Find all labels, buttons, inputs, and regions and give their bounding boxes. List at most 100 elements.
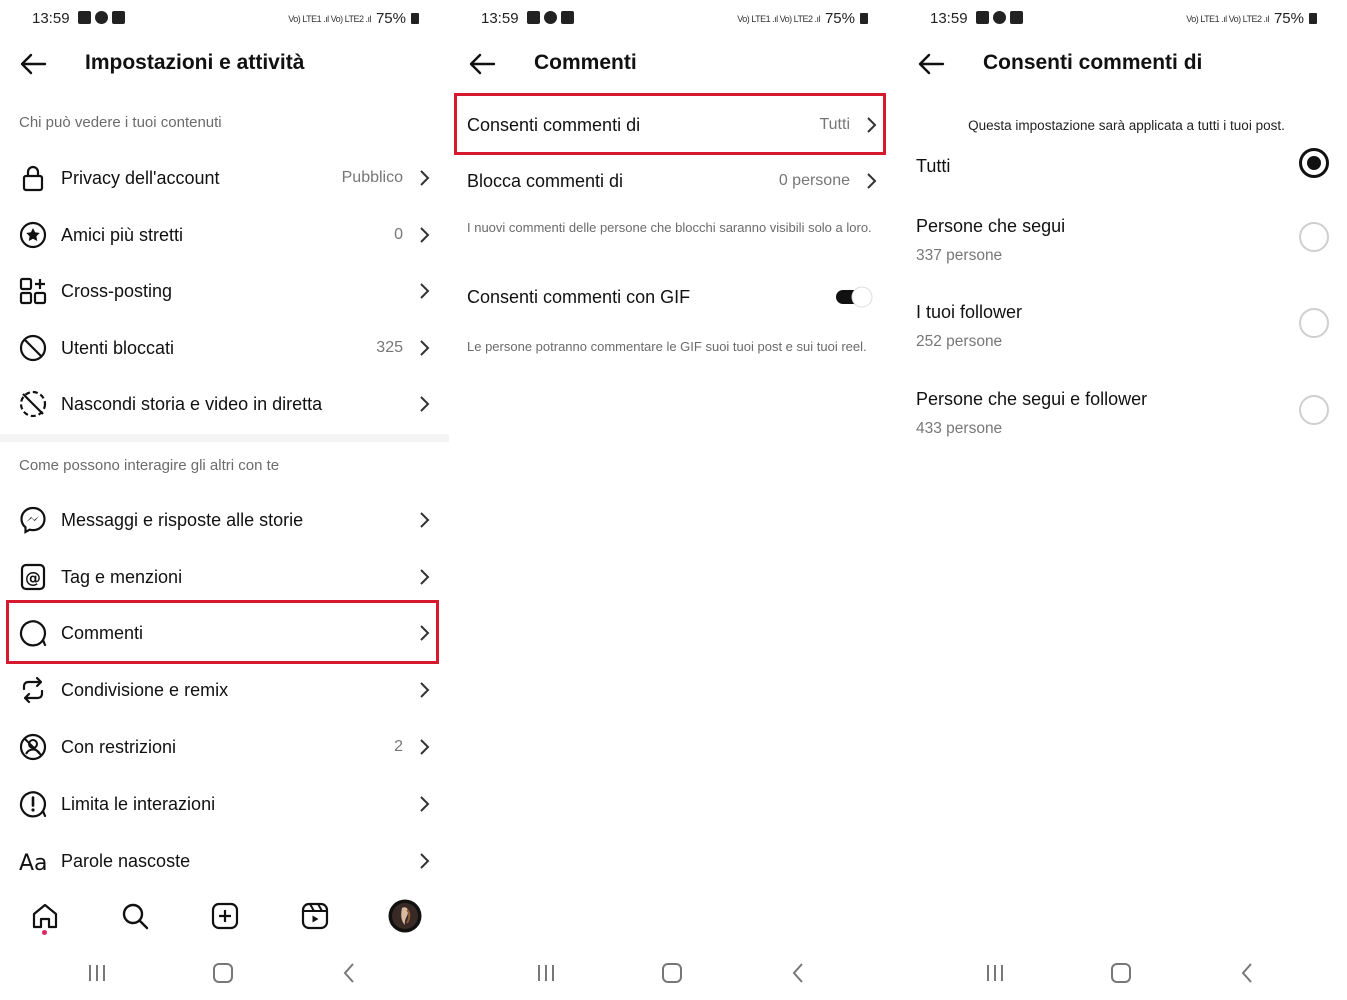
radio-unselected[interactable] xyxy=(1299,395,1329,425)
home-button-icon[interactable] xyxy=(1108,961,1134,985)
row-value: 0 xyxy=(394,226,403,243)
row-value: 0 persone xyxy=(778,172,850,189)
row-sharing-remix[interactable]: Condivisione e remix xyxy=(10,663,435,717)
at-icon: @ xyxy=(18,562,48,592)
system-nav-bar xyxy=(0,955,449,991)
add-post-icon xyxy=(211,902,239,930)
profile-tab[interactable] xyxy=(388,899,422,933)
option-count: 433 persone xyxy=(916,420,1003,437)
system-back-icon[interactable] xyxy=(785,961,811,985)
row-blocked-users[interactable]: Utenti bloccati 325 xyxy=(10,321,435,375)
create-tab[interactable] xyxy=(208,899,242,933)
back-arrow-icon[interactable] xyxy=(916,50,946,78)
home-button-icon[interactable] xyxy=(659,961,685,985)
chevron-right-icon xyxy=(420,170,430,186)
section-title-visibility: Chi può vedere i tuoi contenuti xyxy=(19,114,222,131)
network-indicator: Vo) LTE1 .ıl Vo) LTE2 .ıl xyxy=(737,13,820,24)
option-your-followers[interactable]: I tuoi follower 252 persone xyxy=(916,302,1329,362)
row-block-comments-from[interactable]: Blocca commenti di 0 persone xyxy=(467,156,878,206)
home-button-icon[interactable] xyxy=(210,961,236,985)
row-label: Tag e menzioni xyxy=(61,566,183,587)
row-hide-story[interactable]: Nascondi storia e video in diretta xyxy=(10,377,435,431)
gif-comments-toggle[interactable] xyxy=(835,286,873,308)
battery-percent: 75% xyxy=(824,10,855,27)
option-count: 252 persone xyxy=(916,333,1003,350)
back-arrow-icon[interactable] xyxy=(18,50,48,78)
row-tags-mentions[interactable]: @ Tag e menzioni xyxy=(10,550,435,604)
system-nav-bar xyxy=(898,955,1347,991)
chevron-right-icon xyxy=(420,796,430,812)
row-account-privacy[interactable]: Privacy dell'account Pubblico xyxy=(10,151,435,205)
option-label: Persone che segui e follower xyxy=(916,389,1148,409)
option-people-you-follow[interactable]: Persone che segui 337 persone xyxy=(916,216,1329,276)
status-bar: 13:59 Vo) LTE1 .ıl Vo) LTE2 .ıl 75% xyxy=(0,0,449,38)
chevron-right-icon xyxy=(420,283,430,299)
grid-plus-icon xyxy=(18,276,48,306)
chevron-right-icon xyxy=(420,512,430,528)
option-follow-and-followers[interactable]: Persone che segui e follower 433 persone xyxy=(916,389,1329,449)
page-title: Consenti commenti di xyxy=(983,51,1203,74)
system-back-icon[interactable] xyxy=(1234,961,1260,985)
notification-icons xyxy=(527,11,574,24)
option-label: I tuoi follower xyxy=(916,302,1023,322)
comments-highlight-box xyxy=(6,600,439,664)
row-label: Cross-posting xyxy=(61,280,173,301)
home-tab[interactable] xyxy=(28,899,62,933)
option-label: Persone che segui xyxy=(916,216,1066,236)
row-close-friends[interactable]: Amici più stretti 0 xyxy=(10,208,435,262)
page-title: Commenti xyxy=(534,51,637,74)
option-everyone[interactable]: Tutti xyxy=(916,148,1329,196)
battery-icon xyxy=(411,13,419,24)
row-label: Condivisione e remix xyxy=(61,679,229,700)
search-icon xyxy=(122,903,149,930)
header: Impostazioni e attività xyxy=(0,42,449,86)
row-value: 2 xyxy=(394,738,403,755)
allow-comments-from-screen: 13:59 Vo) LTE1 .ıl Vo) LTE2 .ıl 75% Cons… xyxy=(898,0,1347,1000)
row-value: Pubblico xyxy=(341,169,403,186)
recent-apps-icon[interactable] xyxy=(982,961,1008,985)
row-gif-comments: Consenti commenti con GIF xyxy=(467,272,878,322)
row-cross-posting[interactable]: Cross-posting xyxy=(10,264,435,318)
chevron-right-icon xyxy=(420,739,430,755)
back-arrow-icon[interactable] xyxy=(467,50,497,78)
battery-icon xyxy=(860,13,868,24)
row-limit-interactions[interactable]: Limita le interazioni xyxy=(10,777,435,831)
battery-percent: 75% xyxy=(1273,10,1304,27)
section-divider xyxy=(0,434,449,442)
row-hidden-words[interactable]: Aa Parole nascoste xyxy=(10,834,435,888)
recent-apps-icon[interactable] xyxy=(84,961,110,985)
gif-note: Le persone potranno commentare le GIF su… xyxy=(467,339,867,354)
setting-description: Questa impostazione sarà applicata a tut… xyxy=(968,118,1285,133)
chevron-right-icon xyxy=(867,173,877,189)
radio-unselected[interactable] xyxy=(1299,222,1329,252)
reels-icon xyxy=(301,902,329,930)
reels-tab[interactable] xyxy=(298,899,332,933)
radio-unselected[interactable] xyxy=(1299,308,1329,338)
header: Commenti xyxy=(449,42,898,86)
chevron-right-icon xyxy=(420,396,430,412)
comments-settings-screen: 13:59 Vo) LTE1 .ıl Vo) LTE2 .ıl 75% Comm… xyxy=(449,0,898,1000)
row-messages-replies[interactable]: Messaggi e risposte alle storie xyxy=(10,493,435,547)
row-value: 325 xyxy=(376,339,403,356)
status-bar: 13:59 Vo) LTE1 .ıl Vo) LTE2 .ıl 75% xyxy=(449,0,898,38)
row-label: Blocca commenti di xyxy=(467,170,624,191)
system-back-icon[interactable] xyxy=(336,961,362,985)
header: Consenti commenti di xyxy=(898,42,1347,86)
star-circle-icon xyxy=(18,220,48,250)
chevron-right-icon xyxy=(420,569,430,585)
svg-text:Aa: Aa xyxy=(19,851,48,875)
section-title-interactions: Come possono interagire gli altri con te xyxy=(19,457,280,474)
chevron-right-icon xyxy=(420,227,430,243)
row-restricted[interactable]: Con restrizioni 2 xyxy=(10,720,435,774)
settings-activity-screen: 13:59 Vo) LTE1 .ıl Vo) LTE2 .ıl 75% Impo… xyxy=(0,0,449,1000)
radio-selected[interactable] xyxy=(1299,148,1329,178)
row-label: Messaggi e risposte alle storie xyxy=(61,509,304,530)
network-indicator: Vo) LTE1 .ıl Vo) LTE2 .ıl xyxy=(288,13,371,24)
recent-apps-icon[interactable] xyxy=(533,961,559,985)
search-tab[interactable] xyxy=(118,899,152,933)
network-indicator: Vo) LTE1 .ıl Vo) LTE2 .ıl xyxy=(1186,13,1269,24)
hide-story-icon xyxy=(18,389,48,419)
battery-icon xyxy=(1309,13,1317,24)
row-label: Amici più stretti xyxy=(61,224,184,245)
allow-comments-highlight-box xyxy=(454,93,886,155)
